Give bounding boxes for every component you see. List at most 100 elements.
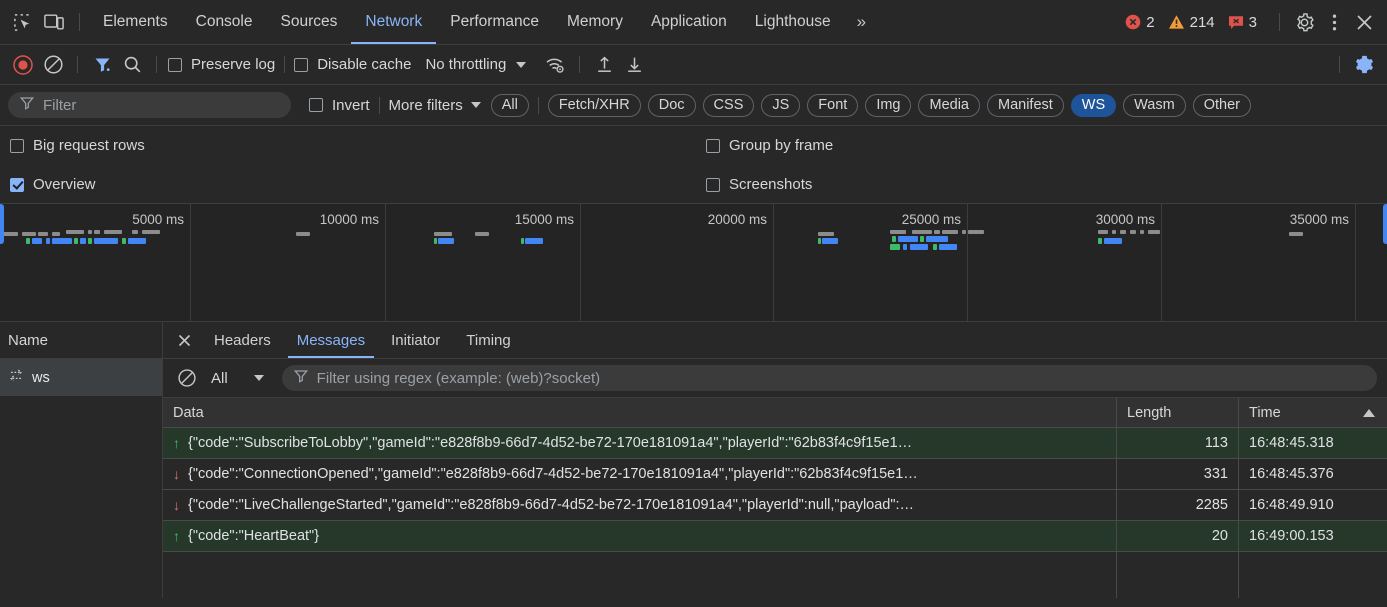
chip-manifest[interactable]: Manifest bbox=[986, 93, 1064, 117]
chip-fetch-xhr[interactable]: Fetch/XHR bbox=[547, 93, 641, 117]
message-row[interactable]: ↓ {"code":"LiveChallengeStarted","gameId"… bbox=[163, 490, 1387, 521]
tab-network[interactable]: Network bbox=[351, 0, 437, 44]
chip-img[interactable]: Img bbox=[865, 93, 912, 117]
timeline-left-handle[interactable] bbox=[0, 204, 4, 244]
record-button[interactable] bbox=[8, 51, 38, 79]
request-name-label: ws bbox=[32, 369, 50, 386]
message-time-cell: 16:48:45.318 bbox=[1249, 435, 1334, 451]
timeline-request-bar bbox=[898, 236, 918, 242]
inspect-element-icon[interactable] bbox=[6, 7, 38, 37]
detail-tab-messages[interactable]: Messages bbox=[284, 322, 378, 358]
big-request-rows-checkbox[interactable]: Big request rows bbox=[10, 137, 145, 154]
message-data-cell: ↑ {"code":"HeartBeat"} bbox=[163, 521, 1117, 551]
disable-cache-checkbox[interactable]: Disable cache bbox=[294, 56, 411, 73]
more-tabs-label: » bbox=[856, 12, 867, 31]
group-by-frame-label: Group by frame bbox=[729, 137, 834, 154]
timeline-request-bar bbox=[939, 244, 957, 250]
chip-label: Other bbox=[1203, 97, 1240, 113]
detail-tab-timing[interactable]: Timing bbox=[453, 322, 523, 358]
column-label: Length bbox=[1127, 404, 1172, 421]
message-length-cell: 2285 bbox=[1117, 490, 1239, 520]
clear-button[interactable] bbox=[38, 51, 68, 79]
filter-funnel-icon bbox=[293, 369, 308, 388]
search-button[interactable] bbox=[117, 51, 147, 79]
chip-font[interactable]: Font bbox=[807, 93, 859, 117]
detail-tab-label: Messages bbox=[296, 331, 366, 349]
overview-checkbox[interactable]: Overview bbox=[10, 176, 96, 193]
tab-console[interactable]: Console bbox=[182, 0, 267, 44]
issue-badge[interactable]: 3 bbox=[1228, 14, 1257, 31]
name-column-header[interactable]: Name bbox=[0, 322, 162, 359]
message-type-dropdown[interactable]: All bbox=[211, 370, 264, 387]
close-detail-icon[interactable] bbox=[167, 322, 201, 358]
invert-label: Invert bbox=[332, 96, 370, 114]
warning-badge[interactable]: 214 bbox=[1168, 14, 1215, 31]
toolbar-divider bbox=[1279, 13, 1280, 31]
invert-checkbox[interactable]: Invert bbox=[309, 97, 370, 114]
settings-gear-icon[interactable] bbox=[1289, 7, 1319, 37]
network-settings-gear-icon[interactable] bbox=[1349, 51, 1379, 79]
column-header-data[interactable]: Data bbox=[163, 398, 1117, 427]
chip-css[interactable]: CSS bbox=[702, 93, 755, 117]
timeline-request-bar bbox=[926, 236, 948, 242]
chip-other[interactable]: Other bbox=[1192, 93, 1251, 117]
clear-messages-icon[interactable] bbox=[173, 364, 201, 392]
timeline-request-bar bbox=[1104, 238, 1122, 244]
timeline-request-bar bbox=[94, 238, 118, 244]
chip-all[interactable]: All bbox=[490, 93, 529, 117]
regex-filter-input[interactable]: Filter using regex (example: (web)?socke… bbox=[281, 365, 1377, 391]
export-har-icon[interactable] bbox=[619, 51, 649, 79]
preserve-log-checkbox[interactable]: Preserve log bbox=[168, 56, 275, 73]
tab-elements[interactable]: Elements bbox=[89, 0, 182, 44]
chip-doc[interactable]: Doc bbox=[647, 93, 696, 117]
chip-media[interactable]: Media bbox=[918, 93, 980, 117]
close-devtools-icon[interactable] bbox=[1349, 7, 1379, 37]
filler-data-column bbox=[163, 552, 1117, 598]
column-header-length[interactable]: Length bbox=[1117, 398, 1239, 427]
network-conditions-icon[interactable] bbox=[540, 51, 570, 79]
websocket-icon bbox=[8, 369, 24, 386]
tab-lighthouse[interactable]: Lighthouse bbox=[741, 0, 845, 44]
network-overview-timeline[interactable]: 5000 ms 10000 ms 15000 ms 20000 ms 25000 ms 3… bbox=[0, 204, 1387, 322]
chevron-down-icon bbox=[470, 102, 481, 108]
timeline-request-bar bbox=[892, 236, 896, 242]
filter-input[interactable]: Filter bbox=[8, 92, 291, 118]
message-row[interactable]: ↑ {"code":"HeartBeat"} 20 16:49:00.153 bbox=[163, 521, 1387, 552]
more-options-icon[interactable] bbox=[1319, 7, 1349, 37]
disable-cache-label: Disable cache bbox=[317, 56, 412, 73]
group-by-frame-checkbox[interactable]: Group by frame bbox=[706, 137, 833, 154]
chip-js[interactable]: JS bbox=[761, 93, 801, 117]
more-tabs-icon[interactable]: » bbox=[845, 12, 878, 32]
chip-wasm[interactable]: Wasm bbox=[1123, 93, 1186, 117]
timeline-request-bar bbox=[74, 238, 78, 244]
chip-ws[interactable]: WS bbox=[1070, 93, 1117, 117]
message-data-cell: ↑ {"code":"SubscribeToLobby","gameId":"e8… bbox=[163, 428, 1117, 458]
timeline-request-bar bbox=[1120, 230, 1126, 234]
detail-tab-headers[interactable]: Headers bbox=[201, 322, 284, 358]
tab-sources[interactable]: Sources bbox=[267, 0, 352, 44]
timeline-right-handle[interactable] bbox=[1383, 204, 1387, 244]
screenshots-checkbox[interactable]: Screenshots bbox=[706, 176, 812, 193]
timeline-request-bar bbox=[1148, 230, 1160, 234]
message-row[interactable]: ↓ {"code":"ConnectionOpened","gameId":"e8… bbox=[163, 459, 1387, 490]
column-header-time[interactable]: Time bbox=[1239, 398, 1387, 427]
timeline-request-bar bbox=[822, 238, 838, 244]
message-type-value: All bbox=[211, 369, 228, 387]
message-row[interactable]: ↑ {"code":"SubscribeToLobby","gameId":"e8… bbox=[163, 428, 1387, 459]
arrow-up-icon: ↑ bbox=[173, 528, 180, 544]
request-row-ws[interactable]: ws bbox=[0, 359, 162, 396]
settings-left-column: Big request rows Overview bbox=[10, 126, 145, 204]
settings-right-column: Group by frame Screenshots bbox=[706, 126, 833, 204]
tab-memory[interactable]: Memory bbox=[553, 0, 637, 44]
more-filters-dropdown[interactable]: More filters bbox=[389, 97, 481, 114]
error-badge[interactable]: 2 bbox=[1125, 14, 1155, 31]
device-toolbar-icon[interactable] bbox=[38, 7, 70, 37]
import-har-icon[interactable] bbox=[589, 51, 619, 79]
filter-toggle-icon[interactable] bbox=[87, 51, 117, 79]
timeline-request-bar bbox=[525, 238, 543, 244]
tab-application[interactable]: Application bbox=[637, 0, 741, 44]
throttling-dropdown[interactable]: No throttling bbox=[425, 56, 527, 73]
tab-performance[interactable]: Performance bbox=[436, 0, 553, 44]
timeline-request-bar bbox=[434, 232, 452, 236]
detail-tab-initiator[interactable]: Initiator bbox=[378, 322, 453, 358]
